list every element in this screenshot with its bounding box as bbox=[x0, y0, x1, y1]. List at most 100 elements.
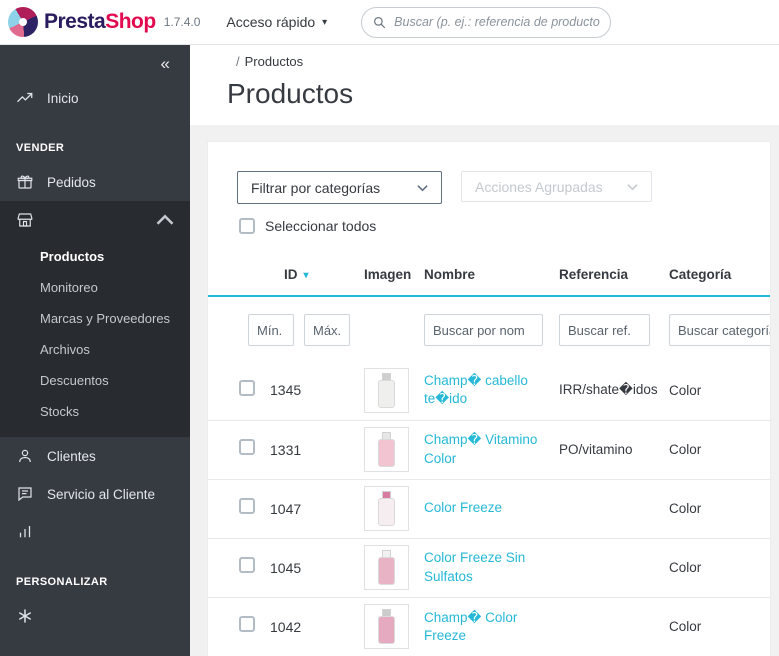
sidebar-item-stocks[interactable]: Stocks bbox=[0, 396, 190, 427]
product-category: Color bbox=[669, 537, 770, 597]
filter-name-input[interactable] bbox=[424, 314, 543, 346]
prestashop-logo-icon bbox=[8, 7, 38, 37]
top-header: PrestaShop 1.7.4.0 Acceso rápido ▾ bbox=[0, 0, 779, 45]
row-checkbox[interactable] bbox=[239, 557, 255, 573]
bulk-actions-label: Acciones Agrupadas bbox=[475, 178, 603, 195]
sidebar-item-monitoreo[interactable]: Monitoreo bbox=[0, 272, 190, 303]
products-toolbar: Filtrar por categorías Acciones Agrupada… bbox=[208, 171, 770, 204]
column-id[interactable]: ID ▾ bbox=[270, 261, 364, 297]
prestashop-admin: PrestaShop 1.7.4.0 Acceso rápido ▾ « Ini… bbox=[0, 0, 779, 656]
sidebar-section-vender: VENDER bbox=[16, 142, 65, 154]
sort-icon[interactable]: ▾ bbox=[304, 270, 309, 281]
row-checkbox[interactable] bbox=[239, 439, 255, 455]
sidebar-item-productos[interactable]: Productos bbox=[0, 241, 190, 272]
product-category: Color bbox=[669, 382, 702, 398]
prestashop-logo[interactable]: PrestaShop bbox=[8, 7, 156, 37]
product-image[interactable] bbox=[364, 545, 409, 590]
sidebar: « Inicio VENDER Pedidos Productos Monito… bbox=[0, 45, 190, 656]
row-checkbox[interactable] bbox=[239, 616, 255, 633]
product-image[interactable] bbox=[364, 367, 409, 413]
product-reference: PO/vitamino bbox=[559, 419, 669, 479]
search-icon bbox=[374, 16, 386, 28]
select-all-label: Seleccionar todos bbox=[265, 218, 377, 234]
select-all-checkbox[interactable] bbox=[239, 218, 255, 234]
body-layout: « Inicio VENDER Pedidos Productos Monito… bbox=[0, 45, 779, 656]
filter-reference-input[interactable] bbox=[559, 314, 650, 346]
product-category: Color bbox=[669, 596, 770, 656]
product-name-link[interactable]: Color Freeze bbox=[424, 499, 502, 517]
filter-max-input[interactable] bbox=[304, 314, 350, 346]
quick-access-menu[interactable]: Acceso rápido ▾ bbox=[226, 14, 327, 30]
product-name-link[interactable]: Champ� Vitamino Color bbox=[424, 431, 549, 467]
trending-up-icon bbox=[17, 92, 33, 103]
sidebar-item-pedidos[interactable]: Pedidos bbox=[0, 163, 190, 201]
logo-presta: Presta bbox=[44, 10, 106, 33]
sidebar-item-label: Servicio al Cliente bbox=[47, 486, 156, 502]
product-id: 1042 bbox=[270, 596, 364, 656]
chevron-down-icon bbox=[627, 183, 638, 190]
bottle-graphic bbox=[378, 491, 395, 526]
chevron-up-icon bbox=[156, 214, 174, 225]
column-nombre: Nombre bbox=[424, 261, 559, 297]
sidebar-item-clientes[interactable]: Clientes bbox=[0, 437, 190, 475]
header-checkbox-col bbox=[208, 261, 270, 297]
table-row[interactable]: 1045 Color Freeze Sin Sulfatos Color bbox=[208, 537, 770, 597]
table-row[interactable]: 1331 Champ� Vitamino Color PO/vitamino C… bbox=[208, 419, 770, 479]
column-imagen: Imagen bbox=[364, 261, 424, 297]
sidebar-item-archivos[interactable]: Archivos bbox=[0, 334, 190, 365]
caret-down-icon: ▾ bbox=[322, 16, 328, 28]
sidebar-collapse-button[interactable]: « bbox=[0, 45, 190, 79]
table-row[interactable]: 1345 Champ� cabello te�ido IRR/shate�ido… bbox=[208, 361, 770, 420]
product-image[interactable] bbox=[364, 486, 409, 531]
products-table: ID▾ Imagen Nombre Referencia Categoría bbox=[208, 261, 770, 656]
search-input[interactable] bbox=[394, 15, 601, 29]
bar-chart-icon bbox=[19, 526, 31, 538]
filter-min-input[interactable] bbox=[248, 314, 294, 346]
sidebar-item-catalogo[interactable] bbox=[0, 201, 190, 239]
page-head: / Productos Productos bbox=[190, 45, 779, 125]
breadcrumb-separator: / bbox=[236, 54, 240, 69]
sidebar-section-personalizar: PERSONALIZAR bbox=[16, 576, 108, 588]
bulk-actions-button[interactable]: Acciones Agrupadas bbox=[461, 171, 652, 202]
product-name-link[interactable]: Champ� cabello te�ido bbox=[424, 372, 549, 408]
bottle-graphic bbox=[378, 550, 395, 585]
bottle-graphic bbox=[378, 432, 395, 467]
breadcrumb-item[interactable]: Productos bbox=[245, 54, 304, 69]
product-image[interactable] bbox=[364, 604, 409, 650]
product-category: Color bbox=[669, 419, 770, 479]
product-reference bbox=[559, 478, 669, 538]
filter-categories-button[interactable]: Filtrar por categorías bbox=[237, 171, 442, 204]
products-panel: Filtrar por categorías Acciones Agrupada… bbox=[207, 141, 771, 656]
sidebar-group-catalogo: Productos Monitoreo Marcas y Proveedores… bbox=[0, 201, 190, 437]
product-name-link[interactable]: Champ� Color Freeze bbox=[424, 609, 549, 645]
main-area: / Productos Productos Filtrar por categor… bbox=[190, 45, 779, 656]
sidebar-item-modulos[interactable] bbox=[0, 597, 190, 635]
store-icon bbox=[17, 213, 33, 227]
product-reference: IRR/shate�idos bbox=[559, 382, 658, 398]
product-category: Color bbox=[669, 478, 770, 538]
table-row[interactable]: 1042 Champ� Color Freeze Color bbox=[208, 596, 770, 656]
sidebar-item-inicio[interactable]: Inicio bbox=[0, 79, 190, 117]
content-area: Filtrar por categorías Acciones Agrupada… bbox=[190, 125, 779, 656]
breadcrumb: / Productos bbox=[236, 54, 779, 69]
product-id: 1047 bbox=[270, 478, 364, 538]
sidebar-item-servicio-cliente[interactable]: Servicio al Cliente bbox=[0, 475, 190, 513]
product-name-link[interactable]: Color Freeze Sin Sulfatos bbox=[424, 549, 549, 585]
product-image[interactable] bbox=[364, 427, 409, 472]
table-filter-row bbox=[208, 296, 770, 361]
select-all[interactable]: Seleccionar todos bbox=[239, 218, 770, 234]
filter-category-input[interactable] bbox=[669, 314, 770, 346]
catalogo-submenu: Productos Monitoreo Marcas y Proveedores… bbox=[0, 239, 190, 437]
column-categoria: Categoría bbox=[669, 261, 770, 297]
table-header-row: ID ▾ Imagen Nombre Referencia Categoría bbox=[208, 261, 770, 297]
sidebar-item-descuentos[interactable]: Descuentos bbox=[0, 365, 190, 396]
table-row[interactable]: 1047 Color Freeze Color bbox=[208, 478, 770, 538]
row-checkbox[interactable] bbox=[239, 379, 255, 396]
gift-icon bbox=[17, 175, 33, 189]
sidebar-item-estadisticas[interactable] bbox=[0, 513, 190, 551]
product-reference bbox=[559, 537, 669, 597]
sidebar-item-marcas-proveedores[interactable]: Marcas y Proveedores bbox=[0, 303, 190, 334]
product-reference bbox=[559, 596, 669, 656]
row-checkbox[interactable] bbox=[239, 498, 255, 514]
prestashop-wordmark: PrestaShop bbox=[44, 10, 156, 34]
